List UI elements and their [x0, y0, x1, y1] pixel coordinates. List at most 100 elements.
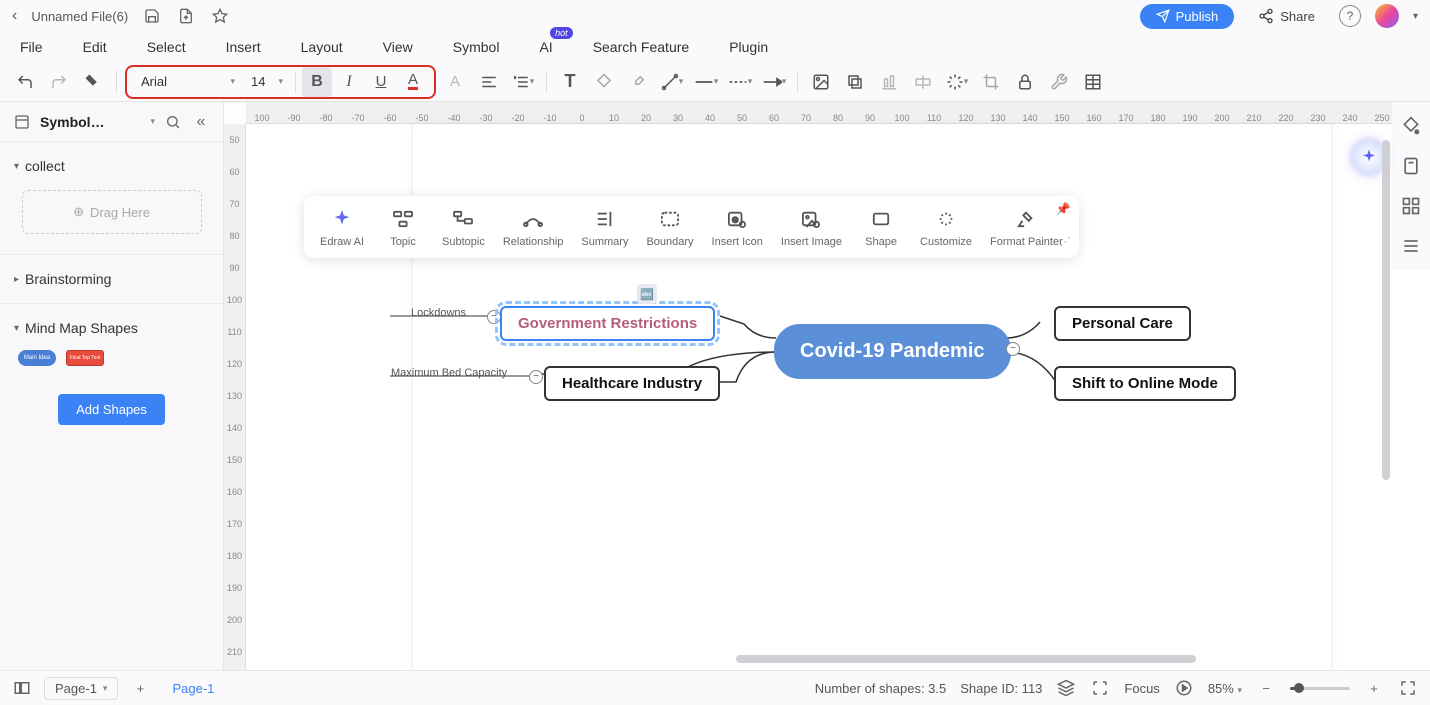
sidebar-title-dropdown-icon[interactable]: ▾	[150, 116, 155, 127]
menu-layout[interactable]: Layout	[301, 39, 343, 55]
layers-status-icon[interactable]	[1056, 678, 1076, 698]
export-icon[interactable]	[176, 6, 196, 26]
zoom-in-icon[interactable]: +	[1364, 678, 1384, 698]
node-government-restrictions[interactable]: Government Restrictions 🔤	[500, 306, 715, 341]
publish-button[interactable]: Publish	[1140, 4, 1235, 29]
page-nav-icon[interactable]	[12, 678, 32, 698]
italic-button[interactable]: I	[334, 67, 364, 97]
font-size-select[interactable]: 14 ▾	[245, 74, 289, 89]
more-icon[interactable]: ⋰	[1060, 235, 1071, 248]
arrow-style-button[interactable]: ▾	[759, 67, 789, 97]
canvas-area[interactable]: 100-90-80-70-60-50-40-30-20-100102030405…	[224, 102, 1430, 670]
ctx-subtopic[interactable]: Subtopic	[442, 206, 485, 248]
font-family-select[interactable]: Arial ▾	[133, 74, 243, 89]
menu-plugin[interactable]: Plugin	[729, 39, 768, 55]
align-button[interactable]	[474, 67, 504, 97]
table-button[interactable]	[1078, 67, 1108, 97]
avatar-dropdown-icon[interactable]: ▾	[1413, 11, 1418, 22]
page-tab[interactable]: Page-1	[162, 677, 224, 700]
menu-select[interactable]: Select	[147, 39, 186, 55]
translate-badge[interactable]: 🔤	[637, 284, 657, 304]
fill-panel-icon[interactable]	[1399, 114, 1423, 138]
distribute-button[interactable]	[908, 67, 938, 97]
focus-label[interactable]: Focus	[1124, 681, 1159, 696]
image-button[interactable]	[806, 67, 836, 97]
menu-insert[interactable]: Insert	[226, 39, 261, 55]
section-mindmap[interactable]: ▾ Mind Map Shapes	[14, 314, 209, 342]
font-color-button[interactable]: A	[398, 67, 428, 97]
effects-button[interactable]: ▾	[942, 67, 972, 97]
zoom-slider[interactable]	[1290, 687, 1350, 690]
line-dash-button[interactable]: ▾	[725, 67, 755, 97]
line-spacing-button[interactable]: ▾	[508, 67, 538, 97]
node-healthcare[interactable]: Healthcare Industry	[544, 366, 720, 401]
play-icon[interactable]	[1174, 678, 1194, 698]
list-panel-icon[interactable]	[1399, 234, 1423, 258]
format-brush-icon[interactable]	[78, 67, 108, 97]
drag-placeholder[interactable]: ⊕ Drag Here	[22, 190, 202, 234]
line-style-button[interactable]: ▾	[691, 67, 721, 97]
grid-panel-icon[interactable]	[1399, 194, 1423, 218]
page-panel-icon[interactable]	[1399, 154, 1423, 178]
focus-icon[interactable]	[1090, 678, 1110, 698]
connector-button[interactable]: ▾	[657, 67, 687, 97]
shape-thumb-float[interactable]: Float Top Text	[66, 350, 104, 366]
horizontal-scrollbar[interactable]	[246, 655, 1380, 663]
shape-fill-button[interactable]	[589, 67, 619, 97]
expand-lockdowns[interactable]: −	[487, 310, 501, 324]
ctx-customize[interactable]: Customize	[920, 206, 972, 248]
undo-icon[interactable]	[10, 67, 40, 97]
settings-button[interactable]	[1044, 67, 1074, 97]
ai-orb[interactable]	[1352, 140, 1386, 174]
crop-button[interactable]	[976, 67, 1006, 97]
page-select[interactable]: Page-1 ▾	[44, 677, 118, 700]
add-page-icon[interactable]: +	[130, 678, 150, 698]
zoom-out-icon[interactable]: −	[1256, 678, 1276, 698]
ctx-edraw-ai[interactable]: Edraw AI	[320, 206, 364, 248]
ctx-format-painter[interactable]: Format Painter	[990, 206, 1063, 248]
star-icon[interactable]	[210, 6, 230, 26]
add-shapes-button[interactable]: Add Shapes	[58, 394, 165, 425]
layers-button[interactable]	[840, 67, 870, 97]
share-button[interactable]: Share	[1248, 4, 1325, 28]
save-icon[interactable]	[142, 6, 162, 26]
node-personal-care[interactable]: Personal Care	[1054, 306, 1191, 341]
subtext-lockdowns[interactable]: Lockdowns	[411, 307, 466, 319]
filename[interactable]: Unnamed File(6)	[31, 9, 128, 24]
section-brainstorming[interactable]: ▸ Brainstorming	[14, 265, 209, 293]
shape-thumb-main[interactable]: Main Idea	[18, 350, 56, 366]
subtext-maxbed[interactable]: Maximum Bed Capacity	[391, 367, 507, 379]
underline-button[interactable]: U	[366, 67, 396, 97]
expand-maxbed[interactable]: −	[529, 370, 543, 384]
menu-symbol[interactable]: Symbol	[453, 39, 500, 55]
library-icon[interactable]	[12, 112, 32, 132]
text-tool-button[interactable]: T	[555, 67, 585, 97]
ctx-insert-icon[interactable]: ☺ Insert Icon	[712, 206, 763, 248]
ctx-shape[interactable]: Shape	[860, 206, 902, 248]
text-highlight-button[interactable]: A	[440, 67, 470, 97]
search-icon[interactable]	[163, 112, 183, 132]
ctx-summary[interactable]: Summary	[581, 206, 628, 248]
bold-button[interactable]: B	[302, 67, 332, 97]
lock-button[interactable]	[1010, 67, 1040, 97]
expand-central[interactable]: −	[1006, 342, 1020, 356]
ctx-relationship[interactable]: Relationship	[503, 206, 564, 248]
highlighter-button[interactable]	[623, 67, 653, 97]
node-online-mode[interactable]: Shift to Online Mode	[1054, 366, 1236, 401]
menu-ai[interactable]: AI hot	[539, 39, 552, 55]
section-collect[interactable]: ▾ collect	[14, 152, 209, 180]
fullscreen-icon[interactable]	[1398, 678, 1418, 698]
pin-icon[interactable]: 📌	[1056, 202, 1071, 216]
menu-file[interactable]: File	[20, 39, 43, 55]
help-button[interactable]: ?	[1339, 5, 1361, 27]
user-avatar[interactable]	[1375, 4, 1399, 28]
ctx-topic[interactable]: Topic	[382, 206, 424, 248]
back-button[interactable]: ‹	[12, 7, 17, 25]
menu-view[interactable]: View	[383, 39, 413, 55]
ctx-insert-image[interactable]: Insert Image	[781, 206, 842, 248]
node-central[interactable]: Covid-19 Pandemic	[774, 324, 1011, 379]
align-objects-button[interactable]	[874, 67, 904, 97]
menu-edit[interactable]: Edit	[83, 39, 107, 55]
ctx-boundary[interactable]: Boundary	[646, 206, 693, 248]
collapse-sidebar-icon[interactable]: «	[191, 112, 211, 132]
